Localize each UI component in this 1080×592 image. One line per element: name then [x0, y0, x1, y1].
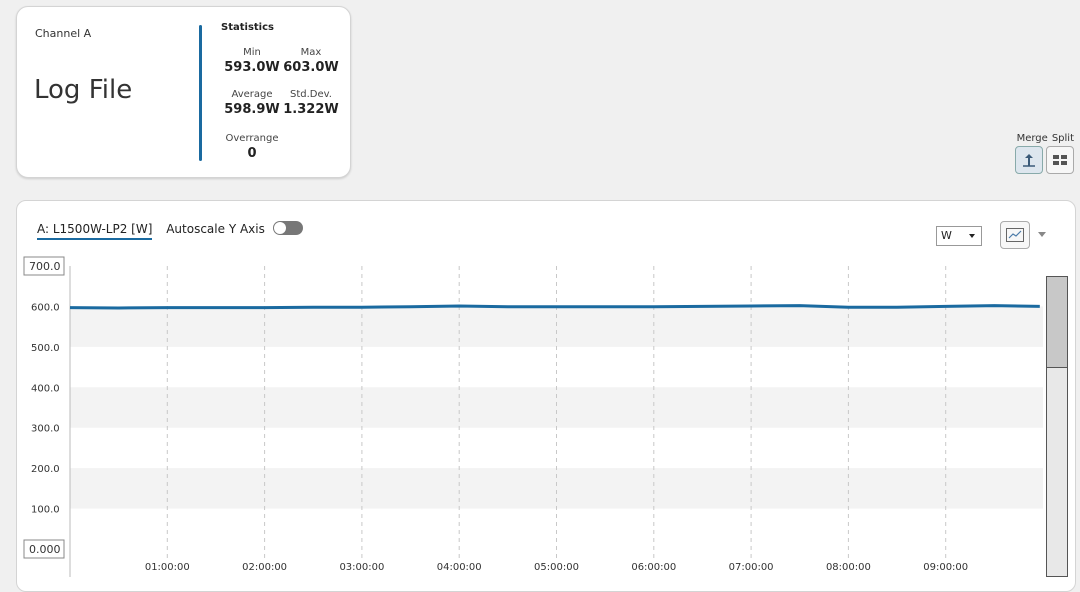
x-tick-label: 01:00:00 — [145, 562, 190, 573]
x-tick-label: 09:00:00 — [923, 562, 968, 573]
series-line — [69, 304, 1040, 310]
vertical-scrollbar[interactable] — [1046, 276, 1068, 577]
power-line-chart: 01:00:00 02:00:00 03:00:00 04:00:00 05:00:00… — [23, 256, 1043, 577]
y-tick-label: 500.0 — [31, 343, 60, 354]
scrollbar-thumb[interactable] — [1047, 277, 1067, 368]
y-tick-label: 400.0 — [31, 383, 60, 394]
y-tick-label: 100.0 — [31, 505, 60, 516]
x-tick-label: 02:00:00 — [242, 562, 287, 573]
x-tick-label: 03:00:00 — [339, 562, 384, 573]
x-tick-label: 04:00:00 — [437, 562, 482, 573]
y-tick-label: 300.0 — [31, 424, 60, 435]
y-tick-label: 0.000 — [29, 543, 61, 556]
y-tick-label: 600.0 — [31, 302, 60, 313]
y-tick-label: 200.0 — [31, 464, 60, 475]
y-tick-label: 700.0 — [29, 260, 61, 273]
x-tick-label: 08:00:00 — [826, 562, 871, 573]
x-tick-label: 06:00:00 — [631, 562, 676, 573]
x-tick-label: 05:00:00 — [534, 562, 579, 573]
x-tick-label: 07:00:00 — [729, 562, 774, 573]
